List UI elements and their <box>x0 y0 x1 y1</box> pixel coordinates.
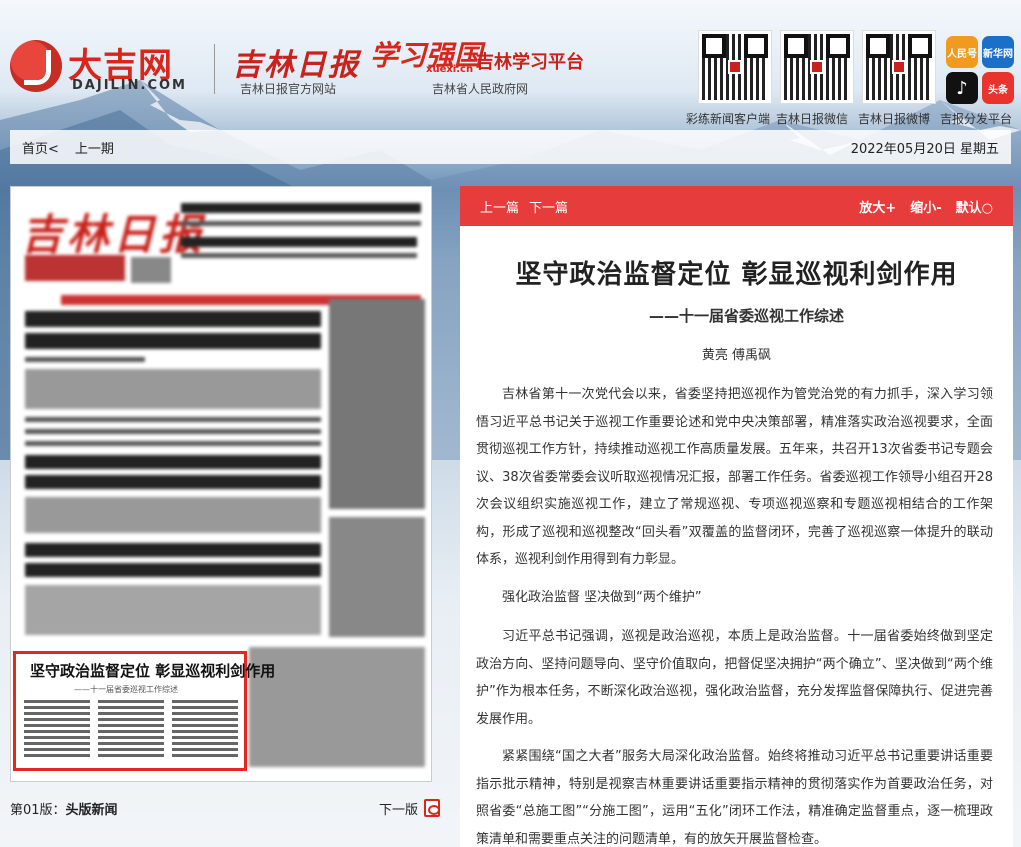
article-toolbar: 上一篇 下一篇 放大+ 缩小- 默认○ <box>460 186 1013 226</box>
dajilin-logo-sub: DAJILIN.COM <box>72 78 187 93</box>
article-paragraph: 紧紧围绕“国之大者”服务大局深化政治监督。始终将推动习近平总书记重要讲话重要指示… <box>476 749 993 847</box>
paper-footer: 第01版：头版新闻 下一版 <box>10 796 440 820</box>
zoom-in-button[interactable]: 放大+ <box>859 197 896 216</box>
gov-site-link[interactable]: 吉林省人民政府网 <box>432 80 528 97</box>
xinhua-icon[interactable]: 新华网 <box>982 36 1014 68</box>
qr-code-icon <box>866 34 932 100</box>
jilin-daily-logo[interactable]: 吉林日报 <box>232 40 360 84</box>
article-subtitle: ——十一届省委巡视工作综述 <box>648 307 844 325</box>
article-title: 坚守政治监督定位 彰显巡视利剑作用 <box>515 260 958 290</box>
qr-label-client: 彩练新闻客户端 <box>686 112 771 126</box>
apps-label: 吉报分发平台 <box>940 112 1013 126</box>
jilin-daily-sub: 吉林日报官方网站 <box>240 82 337 96</box>
article-section-heading: 强化政治监督 坚决做到“两个维护” <box>502 589 702 605</box>
nav-bar: 首页< 上一期 2022年05月20日 星期五 <box>10 130 1011 164</box>
default-size-button[interactable]: 默认○ <box>956 197 993 216</box>
xuexi-platform-title[interactable]: 吉林学习平台 <box>476 48 584 74</box>
xuexi-url: xuexi.cn <box>426 64 474 75</box>
qr-code-client <box>698 30 772 104</box>
newspaper-page-image[interactable]: 吉林日报 坚守政治监督定位 彰显巡视利剑作用 ——十一届省委巡视工作综述 <box>10 186 432 782</box>
renminhao-icon[interactable]: 人民号 <box>946 36 978 68</box>
article-author: 黄亮 傅禹砜 <box>701 348 772 363</box>
next-page-label: 下一版 <box>378 802 418 818</box>
highlighted-article-title: 坚守政治监督定位 彰显巡视利剑作用 <box>30 662 276 680</box>
zoom-out-button[interactable]: 缩小- <box>910 197 941 216</box>
article-body: 吉林省第十一次党代会以来，省委坚持把巡视作为管党治党的有力抓手，深入学习领悟习近… <box>460 363 1013 847</box>
highlighted-article-region[interactable]: 坚守政治监督定位 彰显巡视利剑作用 ——十一届省委巡视工作综述 <box>13 651 275 771</box>
next-page-link[interactable]: 下一版 <box>379 799 440 818</box>
header-divider <box>214 44 215 94</box>
qr-code-wechat <box>780 30 854 104</box>
qr-code-icon <box>784 34 850 100</box>
highlighted-article-subtitle: ——十一届省委巡视工作综述 <box>74 685 178 694</box>
next-article-link[interactable]: 下一篇 <box>529 197 568 216</box>
dajilin-logo[interactable]: 大吉网 DAJILIN.COM <box>10 38 200 96</box>
qr-code-weibo <box>862 30 936 104</box>
site-header: 大吉网 DAJILIN.COM 吉林日报 吉林日报官方网站 学习强国 xuexi… <box>0 0 1021 128</box>
xuexi-logo[interactable]: 学习强国 xuexi.cn <box>370 34 482 78</box>
paper-masthead: 吉林日报 <box>21 210 206 259</box>
article-panel: 上一篇 下一篇 放大+ 缩小- 默认○ 坚守政治监督定位 彰显巡视利剑作用 ——… <box>460 186 1013 847</box>
article-paragraph: 吉林省第十一次党代会以来，省委坚持把巡视作为管党治党的有力抓手，深入学习领悟习近… <box>476 387 993 567</box>
issue-date: 2022年05月20日 星期五 <box>850 141 999 157</box>
toutiao-icon[interactable]: 头条 <box>982 72 1014 104</box>
nav-prev-issue-link[interactable]: 上一期 <box>75 138 114 157</box>
douyin-icon[interactable]: ♪ <box>946 72 978 104</box>
article-paragraph: 习近平总书记强调，巡视是政治巡视，本质上是政治监督。十一届省委始终做到坚定政治方… <box>476 629 993 727</box>
reset-circle-icon: ○ <box>981 200 993 216</box>
pdf-icon[interactable] <box>424 799 440 817</box>
page-indicator: 第01版：头版新闻 <box>10 802 118 818</box>
dajilin-logo-icon <box>10 40 62 92</box>
qr-code-icon <box>702 34 768 100</box>
qr-label-weibo: 吉林日报微博 <box>858 112 931 126</box>
nav-home-link[interactable]: 首页< <box>22 138 59 157</box>
prev-article-link[interactable]: 上一篇 <box>480 197 519 216</box>
qr-label-wechat: 吉林日报微信 <box>776 112 849 126</box>
